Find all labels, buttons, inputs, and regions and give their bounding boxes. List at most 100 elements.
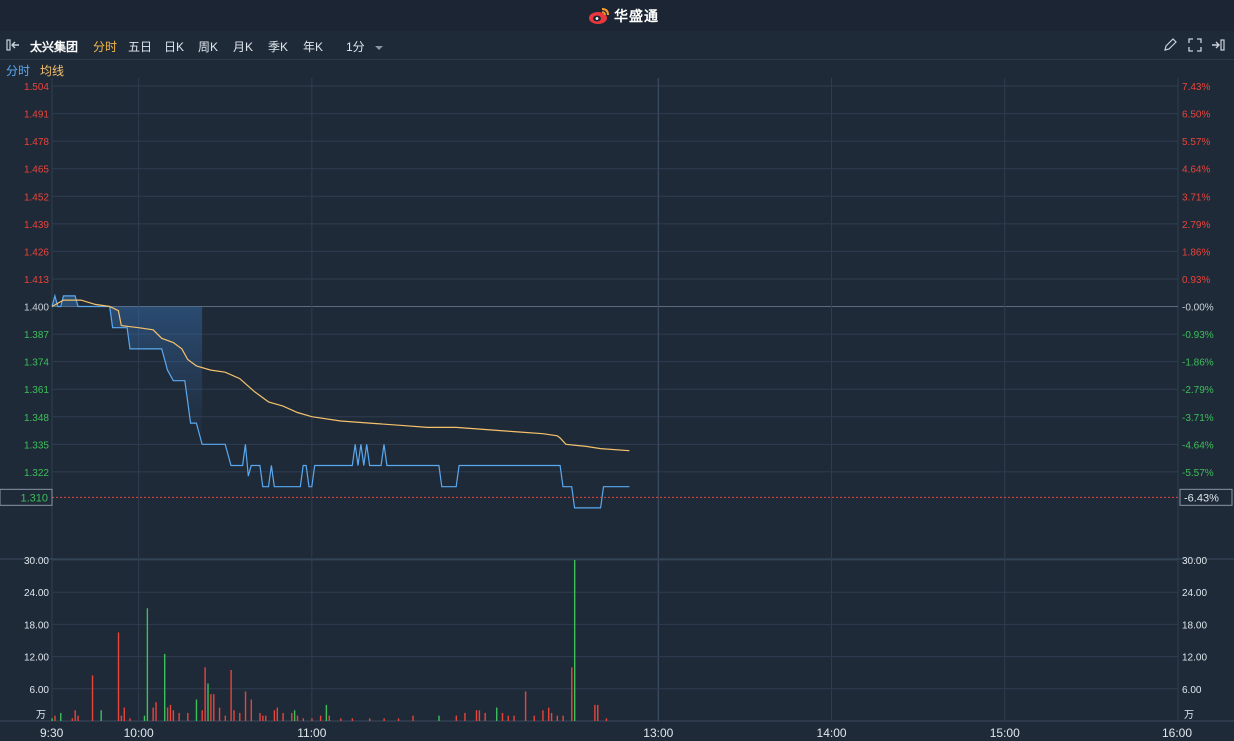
volume-bar xyxy=(296,715,299,721)
time-tick-label: 10:00 xyxy=(124,726,154,740)
price-tick-label: 1.452 xyxy=(24,192,49,203)
volume-tick-label-right: 24.00 xyxy=(1182,588,1207,599)
legend-row: 分时 均线 xyxy=(0,60,1234,78)
volume-bar xyxy=(187,712,189,721)
price-tick-label: 1.426 xyxy=(24,247,49,258)
volume-bar xyxy=(475,710,478,721)
price-tick-label: 1.400 xyxy=(24,303,49,314)
tab-quarterly-k[interactable]: 季K xyxy=(268,38,288,55)
volume-bar xyxy=(562,715,564,721)
draw-pen-icon[interactable] xyxy=(1162,37,1178,53)
volume-bar xyxy=(100,710,102,721)
time-tick-label: 9:30 xyxy=(40,726,64,740)
legend-price: 分时 xyxy=(6,64,31,78)
volume-bar xyxy=(573,560,576,721)
tab-yearly-k[interactable]: 年K xyxy=(303,38,323,55)
volume-bar xyxy=(166,707,169,721)
volume-bar xyxy=(291,712,293,721)
price-tick-label: 1.387 xyxy=(24,330,49,341)
pct-tick-label: 5.57% xyxy=(1182,137,1210,148)
volume-bar xyxy=(91,675,94,721)
volume-bar xyxy=(319,715,322,721)
price-tick-label: 1.465 xyxy=(24,165,49,176)
volume-bar xyxy=(412,715,414,721)
volume-bar xyxy=(397,718,400,721)
price-tick-label: 1.491 xyxy=(24,110,49,121)
volume-bar xyxy=(328,715,330,721)
volume-bar xyxy=(571,667,573,721)
volume-bar xyxy=(455,715,458,721)
collapse-left-icon[interactable] xyxy=(5,37,21,53)
volume-bar xyxy=(71,718,74,721)
volume-bar xyxy=(524,691,527,721)
price-tick-label: 1.413 xyxy=(24,275,49,286)
time-tick-label: 11:00 xyxy=(297,726,326,740)
tab-daily-k[interactable]: 日K xyxy=(164,38,184,55)
intraday-chart: 1.504 7.43% 1.491 6.50% 1.478 5.57% 1.465 4.64%… xyxy=(0,78,1234,740)
volume-bar xyxy=(478,710,481,721)
volume-bar xyxy=(556,715,559,721)
collapse-right-icon[interactable] xyxy=(1210,37,1226,53)
volume-bar xyxy=(77,715,79,721)
volume-tick-label: 6.00 xyxy=(30,685,50,696)
volume-bar xyxy=(605,718,608,721)
volume-bar xyxy=(204,667,206,721)
volume-bar xyxy=(195,699,198,721)
volume-bar xyxy=(218,707,221,721)
volume-bar xyxy=(438,715,440,721)
volume-bar xyxy=(311,718,313,721)
volume-bar xyxy=(325,704,328,721)
volume-bar xyxy=(340,718,342,721)
volume-bar xyxy=(233,710,235,721)
pct-tick-label: -4.64% xyxy=(1182,440,1214,451)
volume-bar xyxy=(501,712,504,721)
price-tick-label: 1.439 xyxy=(24,220,49,231)
time-tick-label: 13:00 xyxy=(643,726,673,740)
volume-bar xyxy=(533,715,535,721)
volume-bar xyxy=(129,718,131,721)
volume-unit-left: 万 xyxy=(36,710,46,721)
tab-five-day[interactable]: 五日 xyxy=(128,38,152,55)
tab-intraday[interactable]: 分时 xyxy=(93,38,117,55)
interval-value: 1分 xyxy=(346,40,365,54)
volume-tick-label: 12.00 xyxy=(24,653,49,664)
volume-tick-label: 30.00 xyxy=(24,556,49,567)
pct-tick-label: 2.79% xyxy=(1182,220,1210,231)
time-tick-label: 15:00 xyxy=(990,726,1020,740)
brand-name: 华盛通 xyxy=(614,8,659,24)
current-pct-label: -6.43% xyxy=(1184,492,1219,504)
chevron-down-icon xyxy=(375,45,384,50)
volume-bar xyxy=(152,707,154,721)
volume-bar xyxy=(547,707,550,721)
volume-bar xyxy=(244,691,247,721)
volume-bar xyxy=(51,718,53,721)
volume-bar xyxy=(293,710,296,721)
volume-bar xyxy=(201,710,203,721)
pct-tick-label: -0.00% xyxy=(1182,303,1214,314)
volume-bar xyxy=(250,699,253,721)
stock-name: 太兴集团 xyxy=(30,40,79,54)
volume-tick-label: 24.00 xyxy=(24,588,49,599)
volume-bar xyxy=(155,702,157,721)
pct-tick-label: -2.79% xyxy=(1182,385,1214,396)
price-tick-label: 1.504 xyxy=(24,82,49,93)
chart-toolbar: 太兴集团 分时 五日 日K 周K 月K 季K 年K 1分 xyxy=(0,31,1234,60)
volume-bar xyxy=(60,712,62,721)
tab-monthly-k[interactable]: 月K xyxy=(233,38,253,55)
volume-bar xyxy=(178,712,180,721)
volume-bar xyxy=(146,608,149,721)
pct-tick-label: 1.86% xyxy=(1182,247,1210,258)
top-bar: 华盛通 xyxy=(0,0,1234,32)
volume-bar xyxy=(464,712,466,721)
current-price-label: 1.310 xyxy=(20,492,48,504)
fullscreen-icon[interactable] xyxy=(1187,37,1203,53)
pct-tick-label: -0.93% xyxy=(1182,330,1214,341)
interval-select[interactable]: 1分 xyxy=(346,38,384,55)
volume-unit-right: 万 xyxy=(1184,710,1194,721)
tab-weekly-k[interactable]: 周K xyxy=(198,38,218,55)
volume-bar xyxy=(262,715,264,721)
volume-bar xyxy=(239,712,241,721)
volume-bar xyxy=(513,715,515,721)
volume-bar xyxy=(507,715,509,721)
volume-tick-label: 18.00 xyxy=(24,620,49,631)
